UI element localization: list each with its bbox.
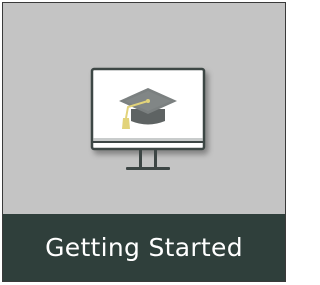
tile-title: Getting Started [45, 233, 243, 262]
caption-bar: Getting Started [3, 214, 285, 281]
graduation-cap-monitor-icon [90, 67, 206, 170]
getting-started-tile[interactable]: Getting Started [2, 2, 286, 282]
